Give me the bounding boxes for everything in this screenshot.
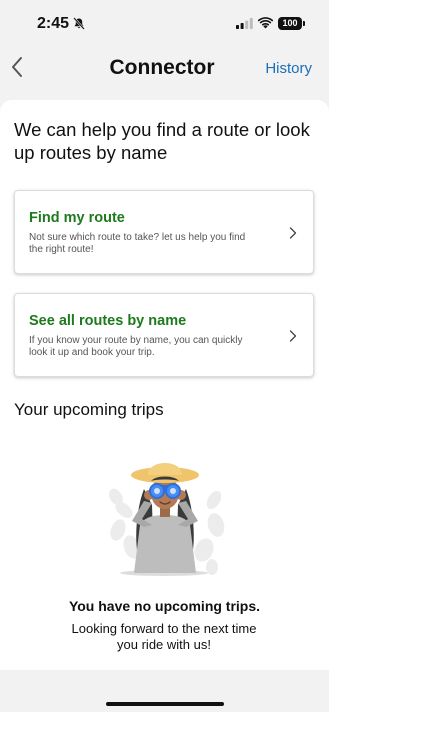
- upcoming-trips-heading: Your upcoming trips: [14, 400, 164, 419]
- card-title: Find my route: [29, 210, 125, 226]
- home-indicator[interactable]: [106, 702, 224, 706]
- headline: We can help you find a route or look up …: [14, 119, 310, 163]
- card-description: Not sure which route to take? let us hel…: [29, 232, 246, 255]
- battery-icon: 100: [278, 17, 305, 30]
- wifi-icon: [258, 17, 273, 29]
- binoculars-person-illustration: [109, 463, 225, 576]
- chevron-right-icon: [289, 227, 297, 239]
- status-bar: 2:45 100: [0, 0, 329, 46]
- app-screen: 2:45 100 Connector History We can help y…: [0, 0, 329, 712]
- viewport: 2:45 100 Connector History We can help y…: [0, 0, 422, 750]
- history-link[interactable]: History: [265, 60, 312, 77]
- see-all-routes-card[interactable]: See all routes by name If you know your …: [14, 293, 314, 377]
- content-sheet: [0, 100, 329, 670]
- card-description: If you know your route by name, you can …: [29, 335, 243, 358]
- empty-state-subtitle: Looking forward to the next time you rid…: [71, 621, 257, 652]
- card-title: See all routes by name: [29, 313, 187, 329]
- empty-state-title: You have no upcoming trips.: [68, 598, 261, 614]
- find-my-route-card[interactable]: Find my route Not sure which route to ta…: [14, 190, 314, 274]
- status-time: 2:45: [37, 15, 70, 32]
- chevron-right-icon: [289, 330, 297, 342]
- bell-slash-icon: [73, 17, 85, 30]
- cellular-signal-icon: [236, 18, 253, 29]
